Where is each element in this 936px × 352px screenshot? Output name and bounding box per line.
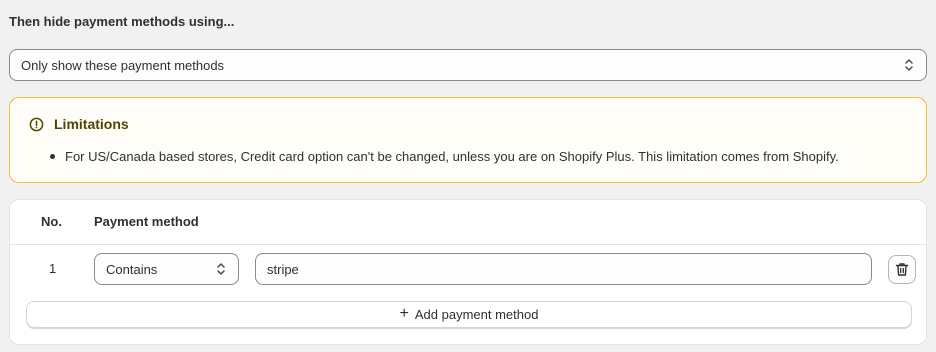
row-number: 1 xyxy=(49,261,57,276)
delete-row-button[interactable] xyxy=(888,255,916,284)
payment-methods-card: No. Payment method 1 Contains + Add paym… xyxy=(9,199,927,345)
add-payment-method-label: Add payment method xyxy=(414,307,539,322)
banner-list-item: For US/Canada based stores, Credit card … xyxy=(50,149,839,164)
add-payment-method-button[interactable]: + Add payment method xyxy=(26,301,912,328)
trash-icon xyxy=(895,263,909,276)
chevron-updown-icon xyxy=(217,263,225,275)
operator-select[interactable]: Contains xyxy=(94,253,239,285)
column-header-payment-method: Payment method xyxy=(94,214,199,229)
section-title: Then hide payment methods using... xyxy=(9,14,235,29)
alert-circle-icon xyxy=(29,117,44,132)
hide-mode-select-value: Only show these payment methods xyxy=(21,57,225,73)
hide-mode-select[interactable]: Only show these payment methods xyxy=(9,49,927,81)
column-header-no: No. xyxy=(41,214,62,229)
plus-icon: + xyxy=(399,304,409,322)
payment-method-value-input[interactable] xyxy=(255,253,872,285)
header-divider xyxy=(10,244,926,245)
banner-list: For US/Canada based stores, Credit card … xyxy=(50,149,839,164)
operator-select-value: Contains xyxy=(106,261,158,277)
banner-title: Limitations xyxy=(54,116,129,132)
limitations-banner: Limitations For US/Canada based stores, … xyxy=(9,97,927,183)
chevron-updown-icon xyxy=(905,59,913,71)
bullet-icon xyxy=(50,154,55,160)
